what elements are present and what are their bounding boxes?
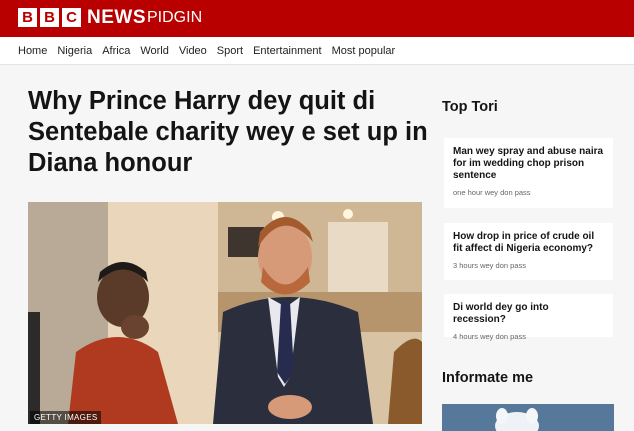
article-headline: Why Prince Harry dey quit di Sentebale c… — [28, 87, 428, 177]
nav-item-home[interactable]: Home — [18, 45, 47, 57]
top-tori-story-1[interactable]: Man wey spray and abuse naira for im wed… — [444, 138, 613, 208]
bbc-logo-letter-b1: B — [18, 8, 37, 27]
story-title[interactable]: Man wey spray and abuse naira for im wed… — [453, 146, 604, 182]
bbc-logo[interactable]: B B C — [18, 8, 81, 27]
nav-item-most-popular[interactable]: Most popular — [332, 45, 396, 57]
nav-item-entertainment[interactable]: Entertainment — [253, 45, 321, 57]
informate-heading: Informate me — [442, 370, 534, 386]
story-timestamp: one hour wey don pass — [453, 188, 531, 197]
article-hero-image — [28, 202, 422, 424]
nav-item-world[interactable]: World — [140, 45, 169, 57]
story-timestamp: 4 hours wey don pass — [453, 332, 526, 341]
story-timestamp: 3 hours wey don pass — [453, 261, 526, 270]
bbc-logo-letter-c: C — [62, 8, 81, 27]
main-navigation: Home Nigeria Africa World Video Sport En… — [0, 37, 634, 65]
story-title[interactable]: How drop in price of crude oil fit affec… — [453, 231, 604, 255]
nav-item-sport[interactable]: Sport — [217, 45, 243, 57]
top-tori-heading: Top Tori — [442, 99, 498, 115]
informate-thumbnail-image[interactable] — [442, 404, 614, 431]
service-name[interactable]: PIDGIN — [147, 9, 202, 27]
nav-item-video[interactable]: Video — [179, 45, 207, 57]
story-title[interactable]: Di world dey go into recession? — [453, 302, 604, 326]
site-header: B B C NEWS PIDGIN — [0, 0, 634, 37]
nav-list: Home Nigeria Africa World Video Sport En… — [18, 45, 395, 57]
nav-item-nigeria[interactable]: Nigeria — [57, 45, 92, 57]
nav-item-africa[interactable]: Africa — [102, 45, 130, 57]
top-tori-story-3[interactable]: Di world dey go into recession? 4 hours … — [444, 294, 613, 341]
image-credit: GETTY IMAGES — [30, 411, 102, 424]
bbc-logo-letter-b2: B — [40, 8, 59, 27]
news-wordmark[interactable]: NEWS — [87, 7, 146, 29]
top-tori-story-2[interactable]: How drop in price of crude oil fit affec… — [444, 223, 613, 280]
